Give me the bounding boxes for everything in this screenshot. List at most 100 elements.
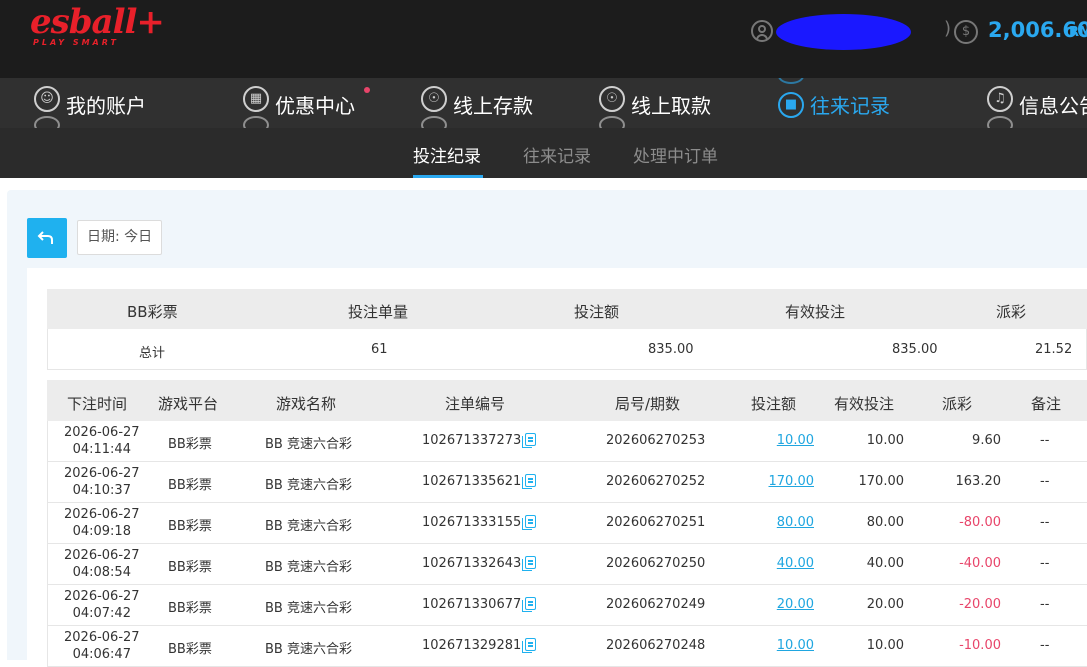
bet-amount-link[interactable]: 10.00 [777,433,814,448]
col-bet-amount: 投注额 [751,395,797,413]
bet-amount-link[interactable]: 20.00 [777,597,814,612]
copy-icon[interactable] [522,433,537,448]
table-row: 2026-06-27 04:11:44 BB彩票 BB 竞速六合彩 1026713… [47,421,1087,462]
deposit-icon [421,116,447,128]
bet-time: 2026-06-27 04:07:42 [64,589,140,621]
payout: -10.00 [959,638,1001,653]
order-id: 102671332643 [422,556,537,571]
records-table-body: 2026-06-27 04:11:44 BB彩票 BB 竞速六合彩 1026713… [47,421,1087,667]
note: -- [1040,474,1050,489]
round-number: 202606270249 [606,597,706,612]
summary-header: BB彩票 投注单量 投注额 有效投注 派彩 [47,289,1087,329]
records-icon [778,78,804,84]
tab-pending-orders[interactable]: 处理中订单 [633,142,718,167]
summary-total-bet: 835.00 [648,342,694,357]
order-id: 102671329281 [422,638,537,653]
summary-col-count: 投注单量 [348,303,409,321]
notification-dot [364,87,370,93]
table-row: 2026-06-27 04:06:47 BB彩票 BB 竞速六合彩 1026713… [47,626,1087,667]
copy-icon[interactable] [522,474,537,489]
order-id: 102671337273 [422,433,537,448]
balance-currency: RM [1069,25,1087,40]
platform: BB彩票 [168,642,212,657]
nav-item-deposit[interactable]: ☉ 线上存款 [421,78,561,128]
summary-total-label: 总计 [139,346,166,361]
bet-amount-link[interactable]: 80.00 [777,515,814,530]
copy-icon[interactable] [522,597,537,612]
bet-amount-link[interactable]: 40.00 [777,556,814,571]
logo[interactable]: esball+ PLAY SMART [30,2,170,50]
bet-amount-link[interactable]: 170.00 [769,474,815,489]
tab-bet-records[interactable]: 投注纪录 [413,142,481,167]
back-arrow-icon [37,231,53,244]
copy-icon[interactable] [522,638,537,653]
table-row: 2026-06-27 04:08:54 BB彩票 BB 竞速六合彩 1026713… [47,544,1087,585]
nav-item-promotions[interactable]: ▦ 优惠中心 [243,78,383,128]
platform: BB彩票 [168,601,212,616]
valid-bet: 20.00 [866,597,904,612]
valid-bet: 80.00 [866,515,904,530]
game-name: BB 竞速六合彩 [265,642,352,657]
round-number: 202606270251 [606,515,706,530]
payout: -80.00 [959,515,1001,530]
copy-icon[interactable] [522,556,537,571]
note: -- [1040,433,1050,448]
game-name: BB 竞速六合彩 [265,437,352,452]
bet-amount-link[interactable]: 10.00 [777,638,814,653]
game-name: BB 竞速六合彩 [265,601,352,616]
platform: BB彩票 [168,560,212,575]
valid-bet: 40.00 [866,556,904,571]
platform: BB彩票 [168,519,212,534]
note: -- [1040,515,1050,530]
order-id: 102671330677 [422,597,537,612]
bet-time: 2026-06-27 04:11:44 [64,425,140,457]
table-row: 2026-06-27 04:10:37 BB彩票 BB 竞速六合彩 1026713… [47,462,1087,503]
col-game-name: 游戏名称 [276,395,337,413]
nav-label: 线上存款 [453,94,533,118]
nav-item-notices[interactable]: ♫ 信息公告 [987,78,1087,128]
nav-item-account[interactable]: ☺ 我的账户 [34,78,164,128]
back-button[interactable] [27,218,67,258]
note: -- [1040,597,1050,612]
gift-icon [243,116,269,128]
active-tab-indicator [413,175,483,178]
game-name: BB 竞速六合彩 [265,478,352,493]
game-name: BB 竞速六合彩 [265,519,352,534]
game-name: BB 竞速六合彩 [265,560,352,575]
summary-col-valid-bet: 有效投注 [785,303,846,321]
col-order-id: 注单编号 [445,395,506,413]
payout: 9.60 [972,433,1001,448]
main-nav: ☺ 我的账户 ▦ 优惠中心 ☉ 线上存款 ☉ 线上取款 ■ 往来记录 ♫ 信息公… [0,78,1087,128]
order-id: 102671335621 [422,474,537,489]
copy-icon[interactable] [522,515,537,530]
valid-bet: 170.00 [858,474,905,489]
tab-transaction-records[interactable]: 往来记录 [523,142,591,167]
date-filter[interactable]: 日期: 今日 [77,220,162,255]
nav-item-withdraw[interactable]: ☉ 线上取款 [599,78,739,128]
records-table-header: 下注时间 游戏平台 游戏名称 注单编号 局号/期数 投注额 有效投注 派彩 备注 [47,380,1087,421]
payout: -40.00 [959,556,1001,571]
note: -- [1040,638,1050,653]
note: -- [1040,556,1050,571]
top-header: esball+ PLAY SMART ) $ 2,006.60 RM [0,0,1087,78]
nav-label: 优惠中心 [275,94,355,118]
bell-icon: ♫ [987,86,1013,112]
round-number: 202606270250 [606,556,706,571]
bet-time: 2026-06-27 04:08:54 [64,548,140,580]
bet-time: 2026-06-27 04:06:47 [64,630,140,662]
withdraw-icon [599,116,625,128]
col-payout: 派彩 [942,395,973,413]
summary-total-valid-bet: 835.00 [892,342,938,357]
nav-item-records[interactable]: ■ 往来记录 [778,78,918,128]
bracket-glyph: ) [944,18,952,39]
summary-col-payout: 派彩 [996,303,1027,321]
bell-icon [987,116,1013,128]
table-row: 2026-06-27 04:07:42 BB彩票 BB 竞速六合彩 1026713… [47,585,1087,626]
summary-total-count: 61 [371,342,388,357]
user-icon: ☺ [34,86,60,112]
logo-brand: esball+ [30,2,165,42]
round-number: 202606270253 [606,433,706,448]
summary-total-row: 总计 61 835.00 835.00 21.52 [47,329,1087,370]
payout: 163.20 [955,474,1002,489]
user-icon[interactable] [751,20,773,42]
